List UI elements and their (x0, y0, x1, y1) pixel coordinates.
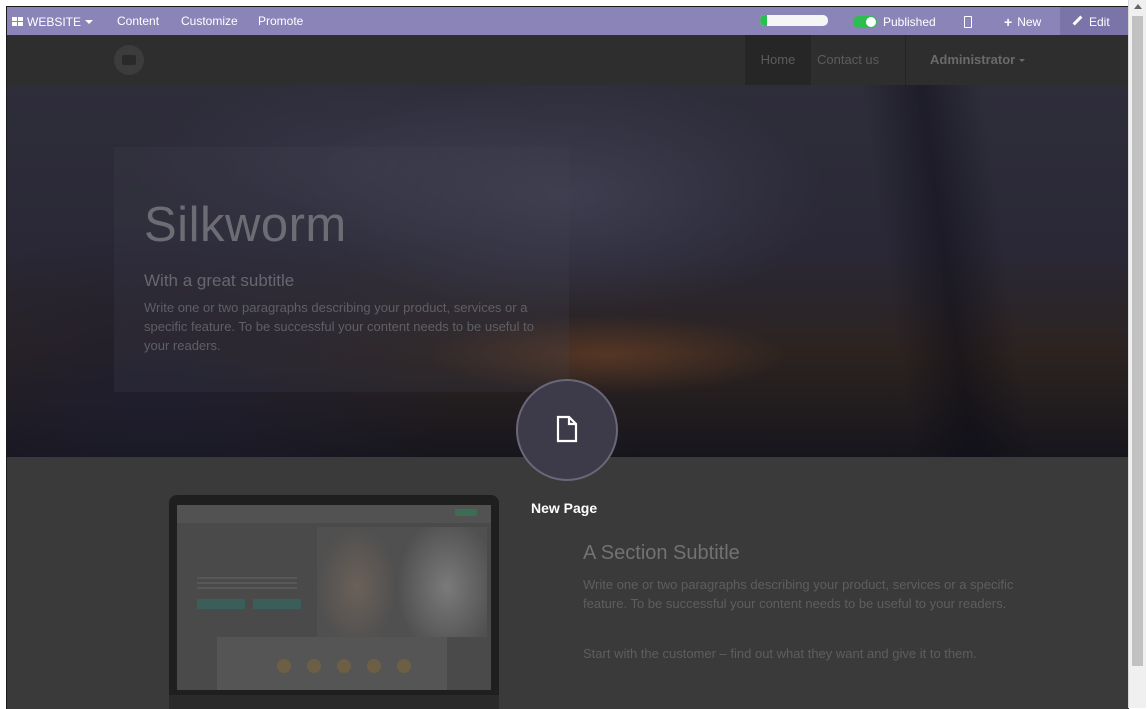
camera-logo-icon[interactable] (114, 45, 144, 75)
published-label: Published (883, 14, 936, 29)
new-page-label[interactable]: New Page (531, 500, 597, 516)
customize-menu[interactable]: Customize (181, 7, 238, 35)
promote-menu[interactable]: Promote (258, 7, 303, 35)
section-paragraph: Start with the customer – find out what … (583, 646, 977, 661)
progress-bar (760, 15, 828, 26)
plus-icon: + (1004, 13, 1013, 30)
edit-button[interactable]: Edit (1060, 7, 1129, 35)
hero-subtitle: With a great subtitle (144, 271, 295, 290)
published-toggle[interactable]: Published (853, 7, 936, 35)
user-menu-label: Administrator (930, 52, 1016, 67)
website-menu-label: WEBSITE (27, 14, 82, 29)
hero-description: Write one or two paragraphs describing y… (144, 300, 534, 353)
scroll-up-arrow-icon[interactable] (1134, 4, 1142, 9)
browser-viewport: WEBSITE Content Customize Promote Publis… (6, 6, 1129, 709)
section-title: A Section Subtitle (583, 542, 740, 564)
user-menu[interactable]: Administrator (930, 35, 1026, 85)
mobile-preview-button[interactable] (964, 7, 972, 35)
section-paragraph: Write one or two paragraphs describing y… (583, 577, 1014, 611)
pencil-icon (1072, 15, 1083, 26)
content-menu[interactable]: Content (117, 7, 159, 35)
laptop-screen (177, 505, 491, 690)
toggle-switch-icon (853, 15, 877, 28)
apps-grid-icon (12, 16, 24, 27)
laptop-image (169, 495, 499, 709)
site-header: Home Contact us Administrator (7, 35, 1129, 85)
caret-down-icon (85, 19, 94, 24)
progress-fill (760, 15, 767, 26)
new-button[interactable]: + New (1004, 7, 1041, 35)
scrollbar-thumb[interactable] (1132, 16, 1143, 666)
mobile-icon (964, 15, 972, 28)
hero-text-box (114, 147, 569, 392)
edit-label: Edit (1089, 14, 1110, 29)
new-page-button[interactable] (516, 379, 618, 481)
file-icon (556, 415, 578, 443)
admin-bar: WEBSITE Content Customize Promote Publis… (7, 7, 1129, 35)
nav-divider (905, 35, 906, 85)
nav-home-link[interactable]: Home (745, 35, 811, 85)
new-label: New (1017, 14, 1042, 29)
caret-down-icon (1019, 59, 1026, 63)
background-decoration (860, 85, 1034, 457)
nav-contact-link[interactable]: Contact us (817, 35, 879, 85)
vertical-scrollbar[interactable] (1128, 0, 1146, 708)
content-section: A Section Subtitle Write one or two para… (7, 457, 1129, 709)
website-menu[interactable]: WEBSITE (12, 7, 94, 35)
hero-title: Silkworm (144, 198, 347, 252)
